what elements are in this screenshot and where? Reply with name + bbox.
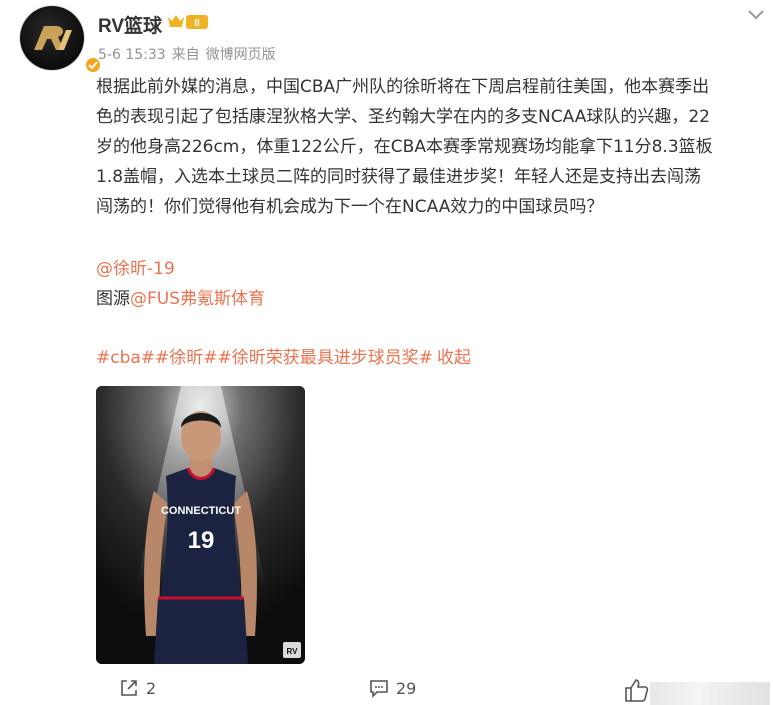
weibo-post: RV篮球 II 5-6 15:33 来自 微博网页版 根据此前外媒的消息，中国CBA… — [0, 0, 773, 705]
share-button[interactable]: 2 — [118, 677, 156, 701]
source-prefix: 来自 — [171, 47, 200, 63]
post-text-line: 闯荡的！你们觉得他有机会成为下一个在NCAA效力的中国球员吗？ — [96, 197, 604, 217]
comment-icon — [370, 680, 388, 698]
watermark-overlay — [650, 682, 770, 705]
hashtag-link[interactable]: #cba# — [96, 348, 155, 368]
avatar[interactable] — [20, 6, 102, 74]
hashtag-link[interactable]: #徐昕荣获最具进步球员奖# — [218, 348, 434, 368]
share-icon — [121, 680, 137, 696]
jersey-number: 19 — [188, 527, 215, 554]
player-photo: CONNECTICUT 19 RV — [96, 386, 305, 664]
share-count: 2 — [146, 678, 157, 698]
image-source: 图源@FUS弗氪斯体育 — [96, 284, 265, 309]
post-text-line: 1.8盖帽，入选本土球员二阵的同时获得了最佳进步奖！年轻人还是支持出去闯荡 — [96, 167, 702, 187]
post-text: 根据此前外媒的消息，中国CBA广州队的徐昕将在下周启程前往美国，他本赛季出 色的… — [96, 72, 751, 222]
rv-logo-icon — [34, 26, 72, 50]
image-source-label: 图源 — [96, 289, 130, 309]
like-button[interactable] — [620, 674, 770, 705]
post-text-line: 根据此前外媒的消息，中国CBA广州队的徐昕将在下周启程前往美国，他本赛季出 — [96, 77, 710, 97]
jersey-text: CONNECTICUT — [161, 505, 241, 517]
hashtag-link[interactable]: #徐昕# — [155, 348, 218, 368]
collapse-link[interactable]: 收起 — [437, 348, 471, 368]
level-badge-icon[interactable]: II — [166, 12, 210, 32]
post-text-line: 色的表现引起了包括康涅狄格大学、圣约翰大学在内的多支NCAA球队的兴趣，22 — [96, 107, 710, 127]
comment-count: 29 — [396, 678, 417, 698]
username[interactable]: RV篮球 — [98, 11, 162, 38]
post-meta: 5-6 15:33 来自 微博网页版 — [98, 44, 282, 64]
chevron-down-icon[interactable] — [746, 8, 766, 22]
post-image[interactable]: CONNECTICUT 19 RV — [96, 386, 305, 664]
timestamp[interactable]: 5-6 15:33 — [98, 47, 166, 63]
comment-button[interactable]: 29 — [368, 677, 416, 701]
post-source: 微博网页版 — [205, 47, 276, 63]
level-badge-label: II — [194, 18, 200, 29]
like-icon — [625, 679, 649, 702]
image-source-link[interactable]: @FUS弗氪斯体育 — [130, 289, 265, 309]
corner-logo: RV — [287, 647, 299, 656]
user-mention-link[interactable]: @徐昕-19 — [96, 254, 175, 279]
post-text-line: 岁的他身高226cm，体重122公斤，在CBA本赛季常规赛场均能拿下11分8.3… — [96, 137, 713, 157]
hashtag-row: #cba##徐昕##徐昕荣获最具进步球员奖# 收起 — [96, 343, 471, 368]
